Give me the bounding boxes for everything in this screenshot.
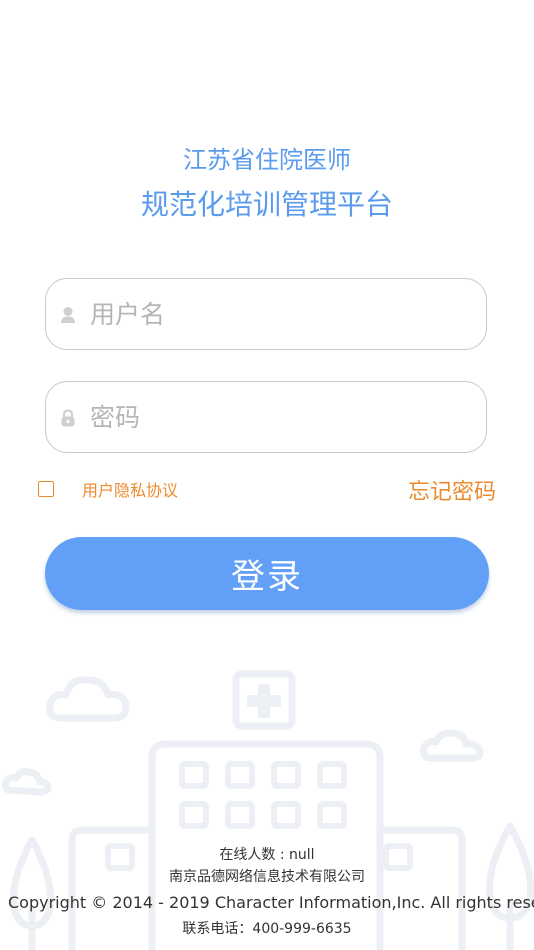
privacy-agreement-checkbox[interactable] <box>38 481 54 497</box>
company-name-text: 南京品德网络信息技术有限公司 <box>169 869 365 885</box>
platform-title-line2: 规范化培训管理平台 <box>140 188 393 221</box>
online-count-text: 在线人数 : null <box>219 847 315 863</box>
password-input[interactable] <box>90 394 470 440</box>
contact-phone-text: 联系电话：400-999-6635 <box>182 921 352 937</box>
lock-icon <box>61 409 75 427</box>
password-field[interactable] <box>45 381 487 453</box>
username-field[interactable] <box>45 278 487 350</box>
copyright-text: Copyright © 2014 - 2019 Character Inform… <box>8 893 534 912</box>
privacy-agreement-link[interactable]: 用户隐私协议 <box>82 480 178 502</box>
user-icon <box>61 307 75 323</box>
forgot-password-link[interactable]: 忘记密码 <box>408 478 496 508</box>
platform-title-line1: 江苏省住院医师 <box>183 146 351 174</box>
username-input[interactable] <box>90 291 470 337</box>
login-button[interactable]: 登录 <box>45 537 489 610</box>
